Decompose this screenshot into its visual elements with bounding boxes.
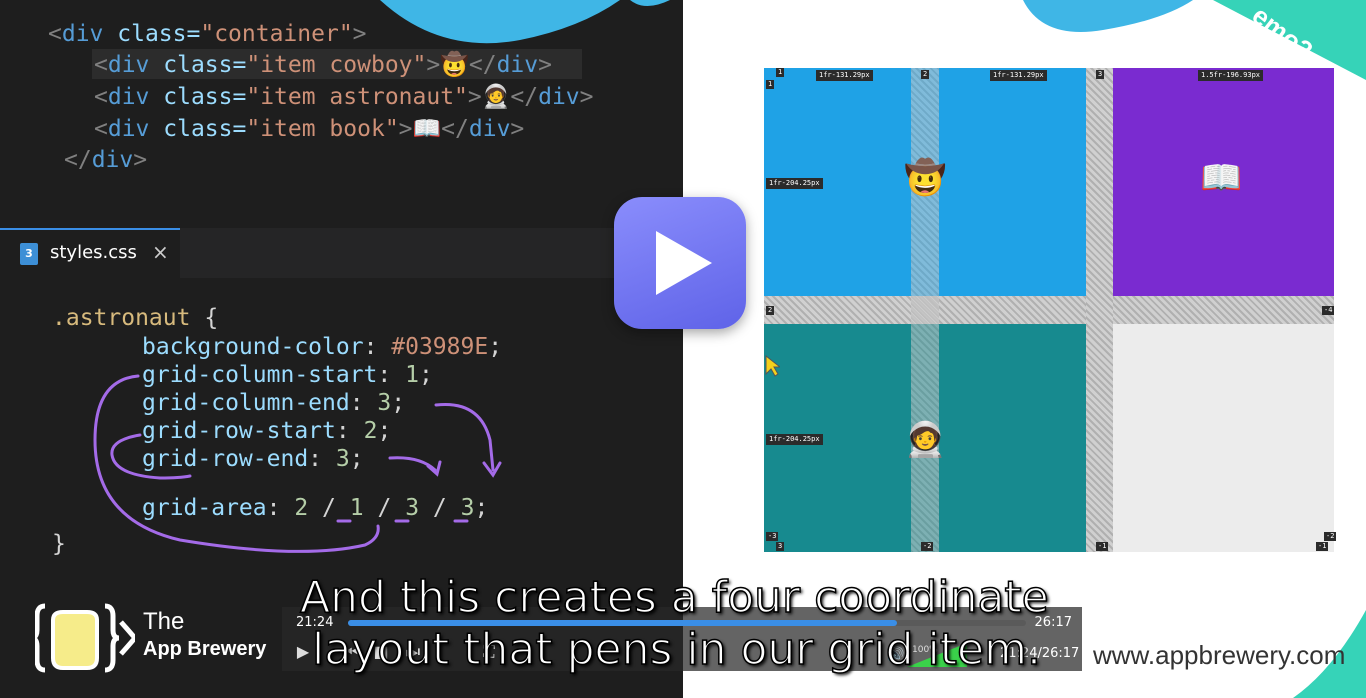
grid-column-gap	[1086, 68, 1113, 552]
col-size-label: 1.5fr-196.93px	[1198, 70, 1264, 81]
grid-line-number: -1	[1316, 542, 1329, 551]
mouse-cursor-icon	[765, 354, 780, 377]
brand-line2: App Brewery	[143, 638, 267, 660]
play-button[interactable]	[614, 197, 746, 329]
grid-line-number: 2	[921, 70, 930, 79]
website-url: www.appbrewery.com	[1093, 640, 1346, 670]
astronaut-emoji: 🧑‍🚀	[904, 420, 947, 460]
grid-line-number: 1	[776, 68, 785, 77]
grid-row-gap	[764, 296, 1334, 324]
grid-line-number: -3	[766, 532, 779, 541]
grid-line-number: -2	[1324, 532, 1337, 541]
row-size-label: 1fr-204.25px	[766, 434, 823, 445]
cowboy-emoji: 🤠	[904, 158, 947, 198]
book-emoji: 📖	[1200, 158, 1243, 198]
grid-column-gap-inner	[911, 68, 939, 552]
css-grid-preview: 🤠 📖 🧑‍🚀 1fr-131.29px 1fr-131.29px 1.5fr-…	[764, 68, 1337, 552]
grid-line-number: 3	[1096, 70, 1105, 79]
app-brewery-logo	[35, 603, 135, 673]
subtitle-line-1: And this creates a four coordinate	[299, 571, 1049, 624]
grid-line-number: -4	[1322, 306, 1335, 315]
grid-cell-empty	[1113, 324, 1334, 552]
grid-line-number: -2	[921, 542, 934, 551]
row-size-label: 1fr-204.25px	[766, 178, 823, 189]
grid-line-number: 2	[766, 306, 775, 315]
play-icon	[656, 231, 712, 295]
subtitle-line-2: layout that pens in our grid item.	[311, 623, 1041, 676]
col-size-label: 1fr-131.29px	[816, 70, 873, 81]
grid-line-number: -1	[1096, 542, 1109, 551]
brand-name: The App Brewery	[143, 608, 266, 661]
brand-line1: The	[143, 608, 185, 635]
grid-line-number: 3	[776, 542, 785, 551]
col-size-label: 1fr-131.29px	[990, 70, 1047, 81]
grid-line-number: 1	[766, 80, 775, 89]
